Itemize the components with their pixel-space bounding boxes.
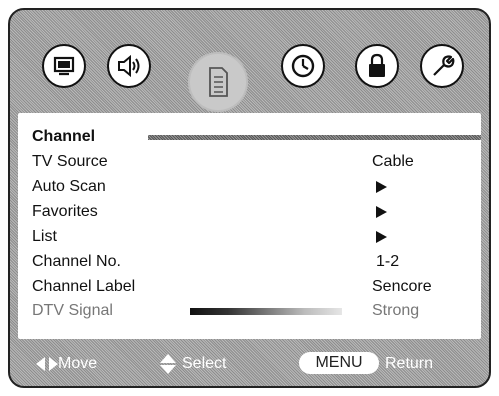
left-right-arrows-icon bbox=[36, 357, 58, 371]
picture-icon[interactable] bbox=[42, 44, 86, 88]
section-divider bbox=[148, 135, 481, 140]
menu-key[interactable]: MENU bbox=[299, 352, 379, 374]
menu-row-list[interactable]: List bbox=[18, 225, 481, 249]
menu-row-label: Channel No. bbox=[32, 253, 121, 270]
menu-category-bar bbox=[10, 10, 489, 130]
time-icon[interactable] bbox=[281, 44, 325, 88]
setup-icon[interactable] bbox=[420, 44, 464, 88]
channel-no-value: 1-2 bbox=[376, 253, 400, 270]
section-title: Channel bbox=[32, 128, 96, 145]
menu-row-label: Auto Scan bbox=[32, 178, 106, 195]
arrow-right-icon bbox=[376, 206, 387, 218]
menu-row-auto-scan[interactable]: Auto Scan bbox=[18, 175, 481, 199]
tv-source-value: Cable bbox=[372, 153, 414, 170]
menu-row-label: DTV Signal bbox=[32, 302, 113, 319]
up-down-arrows-icon bbox=[160, 354, 176, 374]
key-hint-bar: Move Select MENU Return bbox=[10, 349, 489, 379]
tv-osd-menu: Channel TV Source Cable Auto Scan Favori… bbox=[8, 8, 491, 388]
menu-row-favorites[interactable]: Favorites bbox=[18, 200, 481, 224]
channel-settings-panel: Channel TV Source Cable Auto Scan Favori… bbox=[18, 113, 481, 339]
arrow-right-icon bbox=[376, 231, 387, 243]
menu-row-label: TV Source bbox=[32, 153, 108, 170]
section-header: Channel bbox=[18, 125, 481, 149]
menu-row-label: Favorites bbox=[32, 203, 98, 220]
menu-row-tv-source[interactable]: TV Source Cable bbox=[18, 150, 481, 174]
channel-label-value: Sencore bbox=[372, 278, 432, 295]
signal-strength-bar bbox=[190, 308, 342, 315]
menu-row-label: List bbox=[32, 228, 57, 245]
menu-row-label: Channel Label bbox=[32, 278, 136, 295]
lock-icon[interactable] bbox=[355, 44, 399, 88]
menu-row-channel-label[interactable]: Channel Label Sencore bbox=[18, 275, 481, 299]
arrow-right-icon bbox=[376, 181, 387, 193]
channel-icon[interactable] bbox=[188, 52, 248, 112]
audio-icon[interactable] bbox=[107, 44, 151, 88]
dtv-signal-value: Strong bbox=[372, 302, 420, 319]
return-label: Return bbox=[385, 355, 434, 372]
menu-row-channel-no[interactable]: Channel No. 1-2 bbox=[18, 250, 481, 274]
move-label: Move bbox=[58, 355, 98, 372]
select-label: Select bbox=[182, 355, 227, 372]
menu-row-dtv-signal: DTV Signal Strong bbox=[18, 299, 481, 323]
